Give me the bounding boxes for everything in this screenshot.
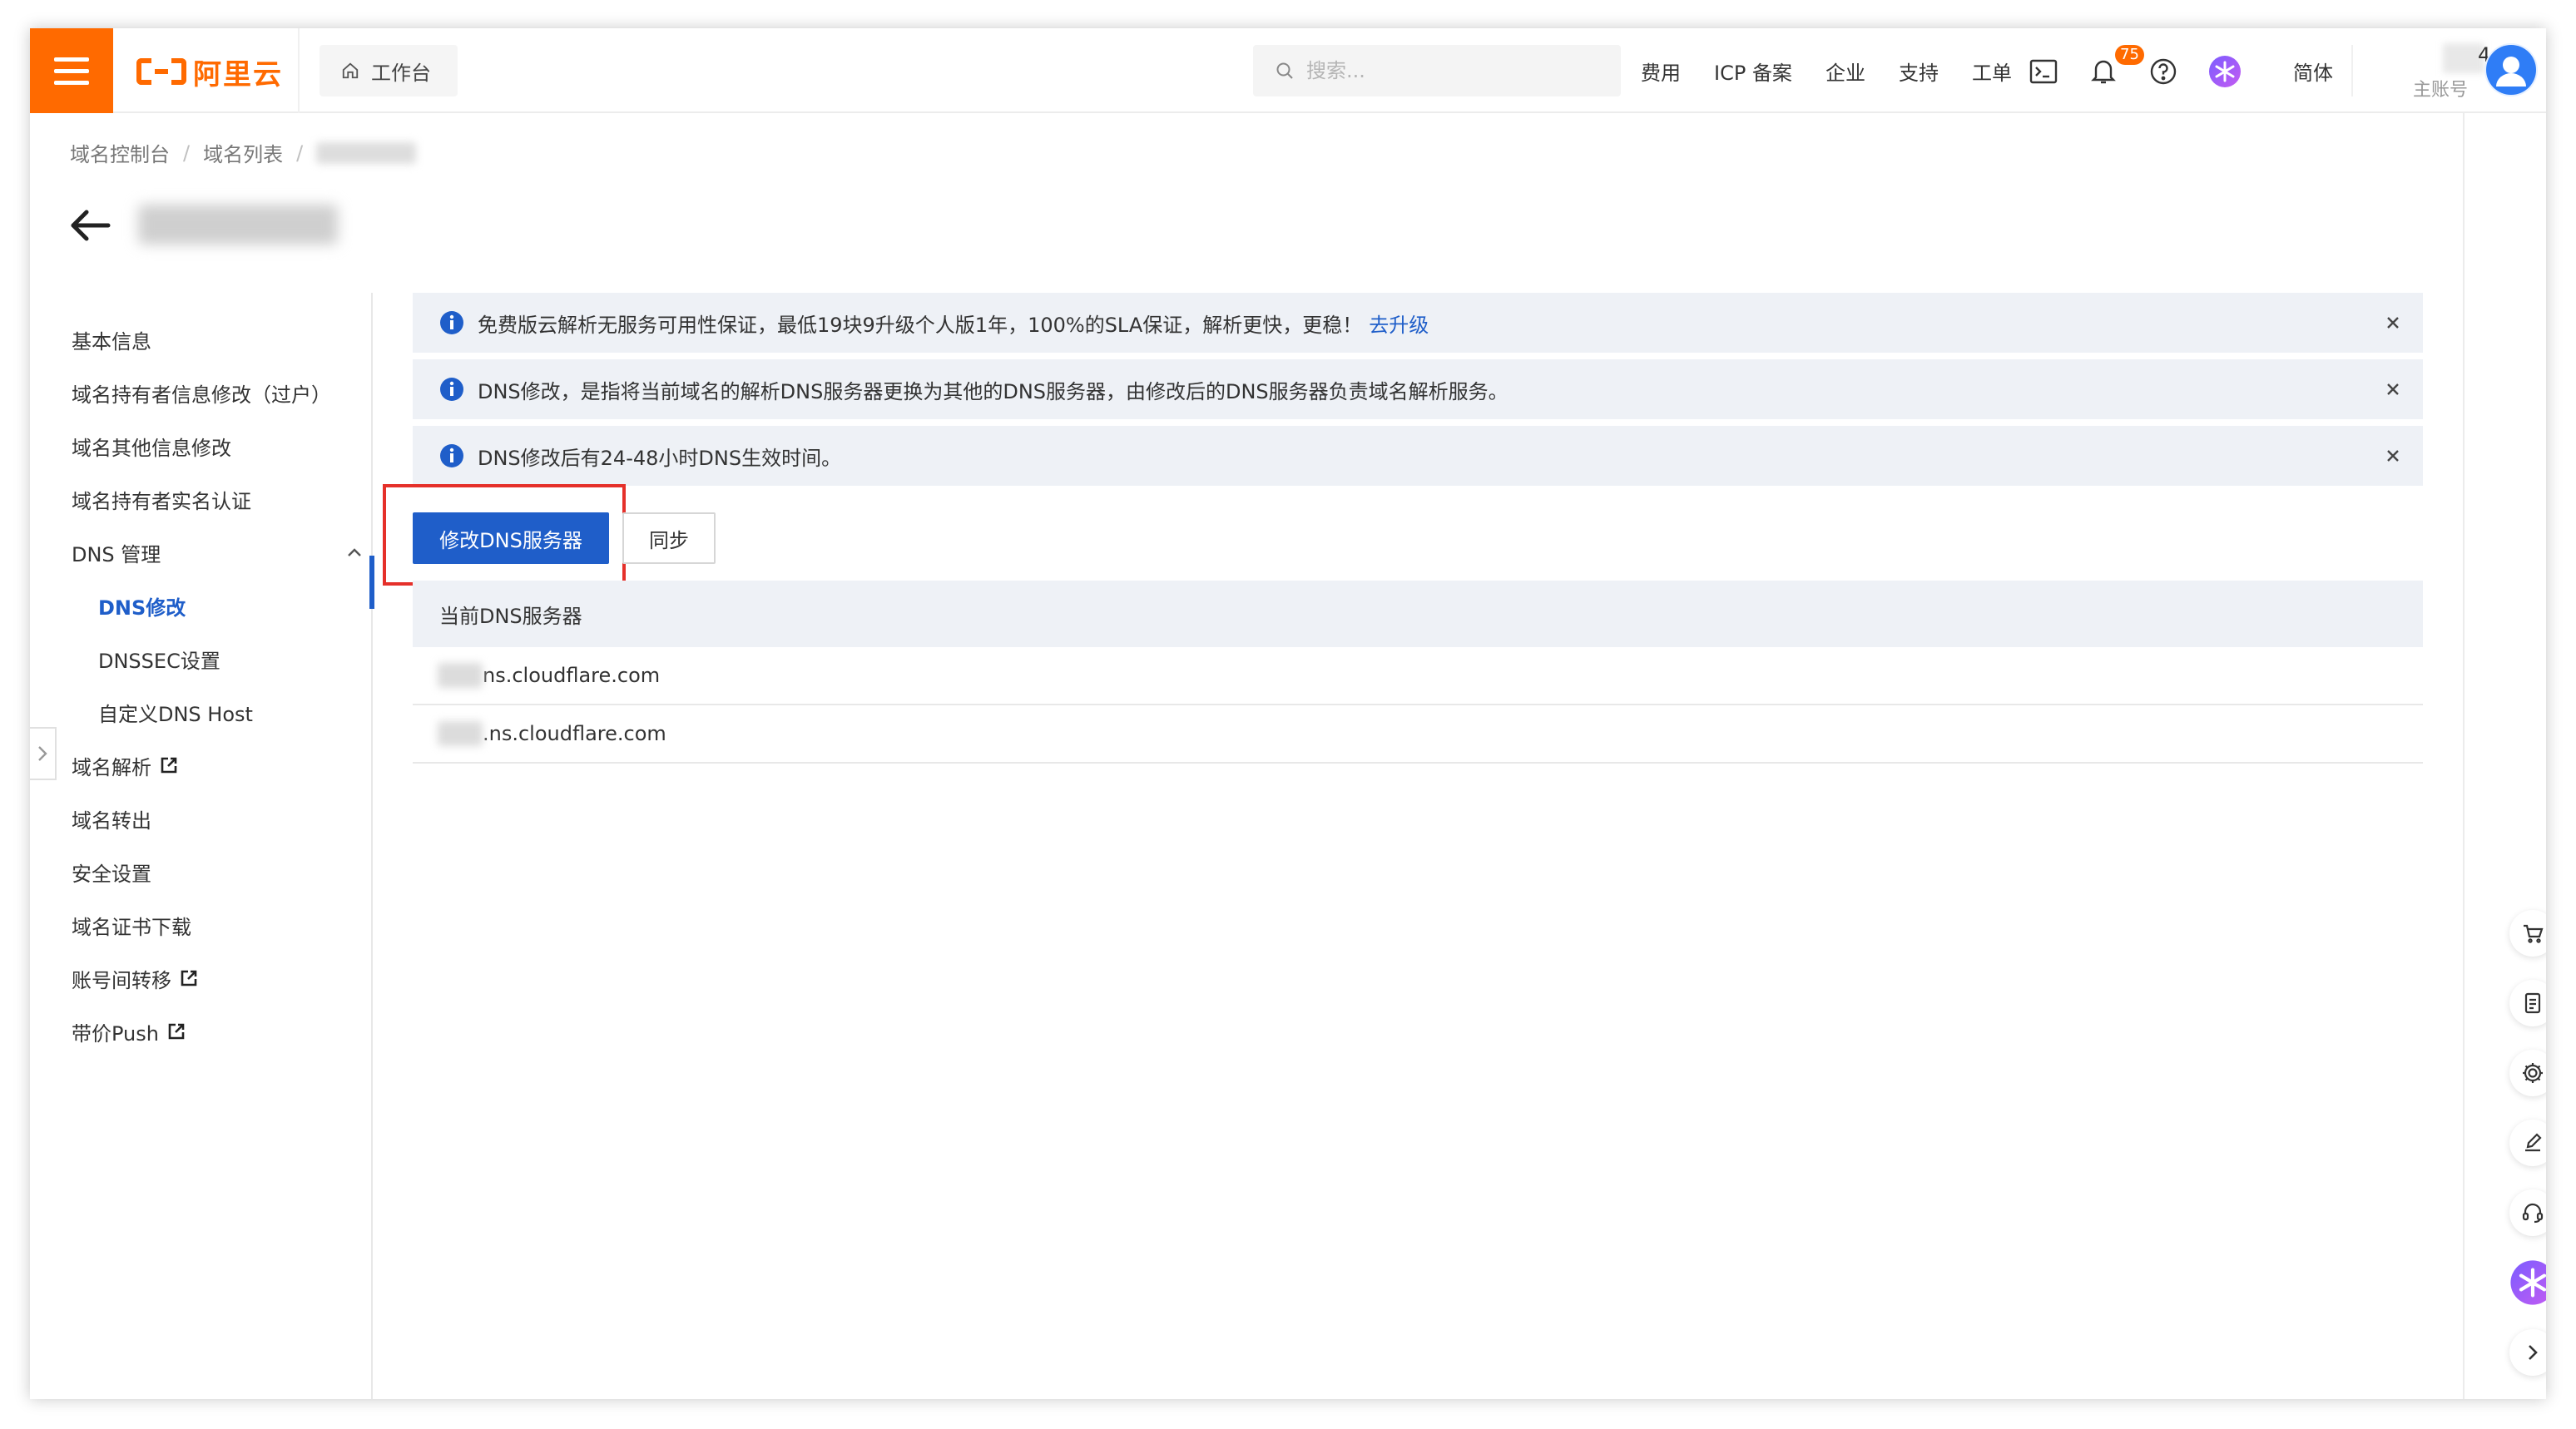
notice-dns-definition: DNS修改，是指将当前域名的解析DNS服务器更换为其他的DNS服务器，由修改后的… <box>413 359 2423 419</box>
info-icon <box>440 311 463 334</box>
notice-upgrade: 免费版云解析无服务可用性保证，最低19块9升级个人版1年，100%的SLA保证，… <box>413 293 2423 353</box>
sidebar-active-indicator <box>369 556 374 609</box>
sidebar-item-label: 域名转出 <box>72 808 151 833</box>
close-icon[interactable] <box>2383 379 2403 399</box>
menu-toggle-button[interactable] <box>30 28 113 113</box>
search-icon <box>1276 62 1293 79</box>
sidebar-item-dns-modify[interactable]: DNS修改 <box>98 589 186 622</box>
ai-assistant-icon[interactable] <box>2208 55 2242 88</box>
nav-support[interactable]: 支持 <box>1899 28 1939 113</box>
hamburger-line <box>54 68 89 73</box>
notification-badge: 75 <box>2115 45 2144 65</box>
notice-propagation-time: DNS修改后有24-48小时DNS生效时间。 <box>413 426 2423 486</box>
close-icon[interactable] <box>2383 313 2403 333</box>
sidebar-item-label: 账号间转移 <box>72 968 171 992</box>
sidebar-item-label: 基本信息 <box>72 329 151 354</box>
breadcrumb-current-redacted <box>316 141 417 164</box>
notice-text: DNS修改后有24-48小时DNS生效时间。 <box>478 446 842 470</box>
sidebar-expand-button[interactable] <box>30 727 57 780</box>
sidebar-item-security-settings[interactable]: 安全设置 <box>72 855 151 888</box>
breadcrumb-separator: / <box>296 141 304 165</box>
sidebar-item-custom-dns-host[interactable]: 自定义DNS Host <box>98 695 253 729</box>
info-icon <box>440 378 463 401</box>
sidebar-item-domain-transfer-out[interactable]: 域名转出 <box>72 802 151 835</box>
workbench-label: 工作台 <box>371 61 431 85</box>
sidebar-item-priced-push[interactable]: 带价Push <box>72 1015 186 1048</box>
sidebar-item-label: 自定义DNS Host <box>98 702 253 726</box>
language-switch[interactable]: 简体 <box>2293 28 2333 113</box>
sidebar-item-label: 安全设置 <box>72 862 151 886</box>
info-icon <box>440 444 463 467</box>
modify-dns-server-button[interactable]: 修改DNS服务器 <box>413 512 609 564</box>
sidebar-item-label: 带价Push <box>72 1021 159 1046</box>
sidebar-item-owner-transfer[interactable]: 域名持有者信息修改（过户） <box>72 376 331 409</box>
top-bar: 阿里云 工作台 费用 ICP 备案 企业 支持 工单 75 简体 <box>30 28 2546 113</box>
notice-text: 免费版云解析无服务可用性保证，最低19块9升级个人版1年，100%的SLA保证，… <box>478 313 1363 337</box>
dns-prefix-redacted <box>438 663 483 688</box>
sidebar-item-domain-resolution[interactable]: 域名解析 <box>72 749 178 782</box>
sidebar-item-basic-info[interactable]: 基本信息 <box>72 323 151 356</box>
search-input[interactable] <box>1306 59 1606 82</box>
divider <box>2351 45 2353 96</box>
sidebar-group-dns-management[interactable]: DNS 管理 <box>72 536 363 569</box>
dns-server-value: .ns.cloudflare.com <box>483 722 666 745</box>
sidebar-item-label: DNS 管理 <box>72 542 161 566</box>
app-window: 阿里云 工作台 费用 ICP 备案 企业 支持 工单 75 简体 <box>30 28 2546 1399</box>
upgrade-link[interactable]: 去升级 <box>1369 309 1429 338</box>
close-icon[interactable] <box>2383 446 2403 466</box>
search-box[interactable] <box>1253 45 1621 96</box>
dns-table-header: 当前DNS服务器 <box>413 581 2423 647</box>
sidebar-item-account-transfer[interactable]: 账号间转移 <box>72 962 198 995</box>
table-row: ns.cloudflare.com <box>413 647 2423 705</box>
notice-text: DNS修改，是指将当前域名的解析DNS服务器更换为其他的DNS服务器，由修改后的… <box>478 379 1508 403</box>
divider <box>298 28 300 113</box>
external-link-icon <box>161 757 177 774</box>
home-icon <box>342 62 359 79</box>
sidebar-item-certificate-download[interactable]: 域名证书下载 <box>72 908 191 942</box>
breadcrumb: 域名控制台 / 域名列表 / <box>70 138 417 167</box>
hamburger-line <box>54 57 89 62</box>
breadcrumb-domain-console[interactable]: 域名控制台 <box>70 138 170 167</box>
chevron-right-icon <box>38 746 47 761</box>
sidebar-item-label: 域名持有者实名认证 <box>72 489 251 513</box>
dns-prefix-redacted <box>438 721 483 746</box>
aliyun-logo-icon <box>136 55 186 88</box>
nav-billing[interactable]: 费用 <box>1641 28 1681 113</box>
page-title-redacted <box>138 205 338 245</box>
sidebar-item-label: 域名解析 <box>72 755 151 779</box>
brand-logo[interactable]: 阿里云 <box>136 53 283 91</box>
table-row: .ns.cloudflare.com <box>413 705 2423 764</box>
logo-text: 阿里云 <box>193 57 283 91</box>
dns-server-value: ns.cloudflare.com <box>483 664 661 687</box>
external-link-icon <box>181 970 197 986</box>
breadcrumb-separator: / <box>183 141 191 165</box>
back-arrow-icon[interactable] <box>67 205 116 246</box>
ai-assistant-icon[interactable] <box>2509 1259 2546 1306</box>
sidebar-item-other-info[interactable]: 域名其他信息修改 <box>72 429 231 462</box>
help-icon[interactable] <box>2147 55 2180 88</box>
sync-button[interactable]: 同步 <box>622 512 716 564</box>
sidebar-item-label: DNS修改 <box>98 596 186 620</box>
sidebar-item-label: DNSSEC设置 <box>98 649 220 673</box>
nav-enterprise[interactable]: 企业 <box>1825 28 1865 113</box>
account-type-label: 主账号 <box>2413 80 2469 101</box>
hamburger-line <box>54 80 89 85</box>
sidebar-item-label: 域名证书下载 <box>72 915 191 939</box>
sidebar-item-dnssec[interactable]: DNSSEC设置 <box>98 642 220 675</box>
breadcrumb-domain-list[interactable]: 域名列表 <box>203 138 283 167</box>
workbench-button[interactable]: 工作台 <box>320 45 458 96</box>
nav-icp[interactable]: ICP 备案 <box>1714 28 1792 113</box>
sidebar-divider <box>371 293 373 1399</box>
sidebar-item-label: 域名其他信息修改 <box>72 436 231 460</box>
sidebar-item-realname-auth[interactable]: 域名持有者实名认证 <box>72 482 251 516</box>
terminal-icon[interactable] <box>2027 55 2060 88</box>
sidebar-item-label: 域名持有者信息修改（过户） <box>72 383 331 407</box>
column-header-current-dns: 当前DNS服务器 <box>439 604 582 628</box>
external-link-icon <box>168 1023 185 1040</box>
bell-icon[interactable] <box>2087 55 2120 88</box>
chevron-up-icon <box>348 548 361 556</box>
avatar[interactable] <box>2484 43 2538 96</box>
nav-ticket[interactable]: 工单 <box>1972 28 2012 113</box>
